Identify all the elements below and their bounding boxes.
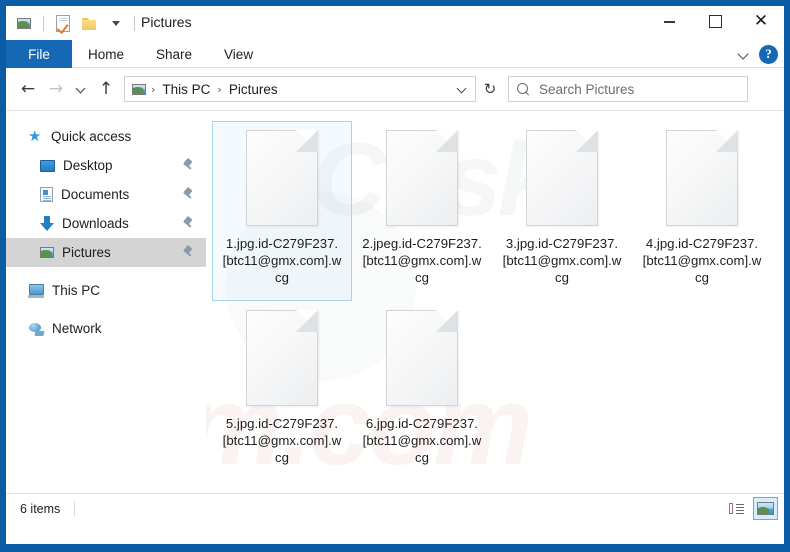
window-title: Pictures bbox=[141, 14, 192, 30]
search-placeholder: Search Pictures bbox=[539, 81, 635, 97]
sidebar-item-documents[interactable]: Documents bbox=[6, 180, 206, 209]
blank-document-icon bbox=[246, 130, 318, 226]
explorer-body: ★ Quick access Desktop Documents Downloa… bbox=[6, 110, 784, 493]
file-item[interactable]: 5.jpg.id-C279F237.[btc11@gmx.com].wcg bbox=[212, 301, 352, 481]
breadcrumb-separator: › bbox=[151, 82, 156, 96]
ribbon-right-controls: ? bbox=[738, 40, 778, 68]
file-name-label: 5.jpg.id-C279F237.[btc11@gmx.com].wcg bbox=[222, 416, 342, 465]
chevron-down-icon[interactable] bbox=[105, 13, 125, 33]
explorer-window: Pictures ✕ File Home Share View ? ← → ↑ … bbox=[0, 0, 790, 552]
up-button[interactable]: ↑ bbox=[92, 74, 120, 104]
sidebar-item-label: Network bbox=[52, 321, 102, 336]
chevron-down-icon[interactable] bbox=[738, 49, 749, 60]
tab-view[interactable]: View bbox=[208, 40, 269, 68]
properties-checkmark-icon[interactable] bbox=[53, 13, 73, 33]
sidebar-item-network[interactable]: Network bbox=[6, 314, 206, 343]
blank-document-icon bbox=[386, 130, 458, 226]
blank-document-icon bbox=[386, 310, 458, 406]
item-count-label: 6 items bbox=[20, 501, 61, 516]
picture-icon bbox=[132, 83, 146, 95]
pin-icon[interactable] bbox=[182, 246, 194, 259]
file-name-label: 2.jpeg.id-C279F237.[btc11@gmx.com].wcg bbox=[362, 236, 482, 285]
sidebar-item-label: Quick access bbox=[51, 129, 132, 144]
tab-home[interactable]: Home bbox=[72, 40, 140, 68]
close-button[interactable]: ✕ bbox=[738, 6, 784, 36]
sidebar-item-label: Desktop bbox=[63, 158, 113, 173]
chevron-down-icon[interactable] bbox=[453, 79, 471, 99]
tab-share[interactable]: Share bbox=[140, 40, 208, 68]
new-folder-icon[interactable] bbox=[79, 13, 99, 33]
documents-icon bbox=[40, 187, 53, 202]
file-name-label: 3.jpg.id-C279F237.[btc11@gmx.com].wcg bbox=[502, 236, 622, 285]
divider bbox=[43, 15, 44, 31]
sidebar-item-this-pc[interactable]: This PC bbox=[6, 276, 206, 305]
address-bar: ← → ↑ › This PC › Pictures ↻ Search Pict… bbox=[6, 68, 784, 110]
divider bbox=[134, 15, 135, 31]
sidebar-item-quick-access[interactable]: ★ Quick access bbox=[6, 122, 206, 151]
divider bbox=[74, 501, 76, 516]
blank-document-icon bbox=[246, 310, 318, 406]
ribbon-tabs: File Home Share View bbox=[6, 40, 784, 68]
sidebar-item-label: Downloads bbox=[62, 216, 129, 231]
downloads-icon bbox=[40, 216, 54, 231]
sidebar-item-label: This PC bbox=[52, 283, 101, 298]
title-bar: Pictures ✕ bbox=[6, 6, 784, 40]
file-item[interactable]: 2.jpeg.id-C279F237.[btc11@gmx.com].wcg bbox=[352, 121, 492, 301]
network-icon bbox=[28, 322, 44, 336]
breadcrumb[interactable]: › This PC › Pictures bbox=[124, 76, 476, 102]
file-name-label: 4.jpg.id-C279F237.[btc11@gmx.com].wcg bbox=[642, 236, 762, 285]
breadcrumb-item-pictures[interactable]: Pictures bbox=[227, 82, 280, 97]
blank-document-icon bbox=[666, 130, 738, 226]
file-item[interactable]: 4.jpg.id-C279F237.[btc11@gmx.com].wcg bbox=[632, 121, 772, 301]
quick-access-toolbar bbox=[14, 12, 138, 34]
file-name-label: 6.jpg.id-C279F237.[btc11@gmx.com].wcg bbox=[362, 416, 482, 465]
file-item[interactable]: 6.jpg.id-C279F237.[btc11@gmx.com].wcg bbox=[352, 301, 492, 481]
forward-button[interactable]: → bbox=[42, 74, 70, 104]
sidebar-item-downloads[interactable]: Downloads bbox=[6, 209, 206, 238]
tab-file[interactable]: File bbox=[6, 40, 72, 68]
breadcrumb-item-this-pc[interactable]: This PC bbox=[160, 82, 212, 97]
file-grid: 1.jpg.id-C279F237.[btc11@gmx.com].wcg 2.… bbox=[206, 111, 784, 481]
sidebar-item-label: Documents bbox=[61, 187, 130, 202]
sidebar-item-label: Pictures bbox=[62, 245, 111, 260]
desktop-icon bbox=[40, 159, 55, 172]
pin-icon[interactable] bbox=[182, 159, 194, 172]
search-icon bbox=[517, 82, 530, 96]
help-button[interactable]: ? bbox=[759, 44, 778, 64]
this-pc-icon bbox=[28, 283, 44, 298]
recent-locations-icon[interactable] bbox=[70, 74, 92, 104]
file-name-label: 1.jpg.id-C279F237.[btc11@gmx.com].wcg bbox=[222, 236, 342, 285]
breadcrumb-separator: › bbox=[217, 82, 222, 96]
picture-icon bbox=[14, 13, 34, 33]
ribbon-tab-bar: File Home Share View ? bbox=[6, 40, 784, 68]
sidebar-item-pictures[interactable]: Pictures bbox=[6, 238, 206, 267]
large-icons-view-icon[interactable] bbox=[753, 497, 778, 520]
pin-icon[interactable] bbox=[182, 217, 194, 230]
window-controls: ✕ bbox=[646, 6, 784, 36]
blank-document-icon bbox=[526, 130, 598, 226]
maximize-button[interactable] bbox=[692, 6, 738, 36]
star-icon: ★ bbox=[28, 127, 42, 145]
view-toggle-group bbox=[724, 497, 778, 520]
picture-icon bbox=[40, 247, 54, 258]
sidebar-item-desktop[interactable]: Desktop bbox=[6, 151, 206, 180]
file-list-pane[interactable]: PCrisk rism.com 1.jpg.id-C279F237.[btc11… bbox=[206, 111, 784, 493]
file-item[interactable]: 1.jpg.id-C279F237.[btc11@gmx.com].wcg bbox=[212, 121, 352, 301]
search-input[interactable]: Search Pictures bbox=[508, 76, 748, 102]
window-client-area: Pictures ✕ File Home Share View ? ← → ↑ … bbox=[6, 6, 784, 544]
status-bar: 6 items bbox=[6, 493, 784, 523]
back-button[interactable]: ← bbox=[14, 74, 42, 104]
pin-icon[interactable] bbox=[182, 188, 194, 201]
details-view-icon[interactable] bbox=[724, 497, 749, 520]
navigation-pane: ★ Quick access Desktop Documents Downloa… bbox=[6, 111, 206, 493]
refresh-button[interactable]: ↻ bbox=[476, 76, 504, 102]
minimize-button[interactable] bbox=[646, 6, 692, 36]
file-item[interactable]: 3.jpg.id-C279F237.[btc11@gmx.com].wcg bbox=[492, 121, 632, 301]
